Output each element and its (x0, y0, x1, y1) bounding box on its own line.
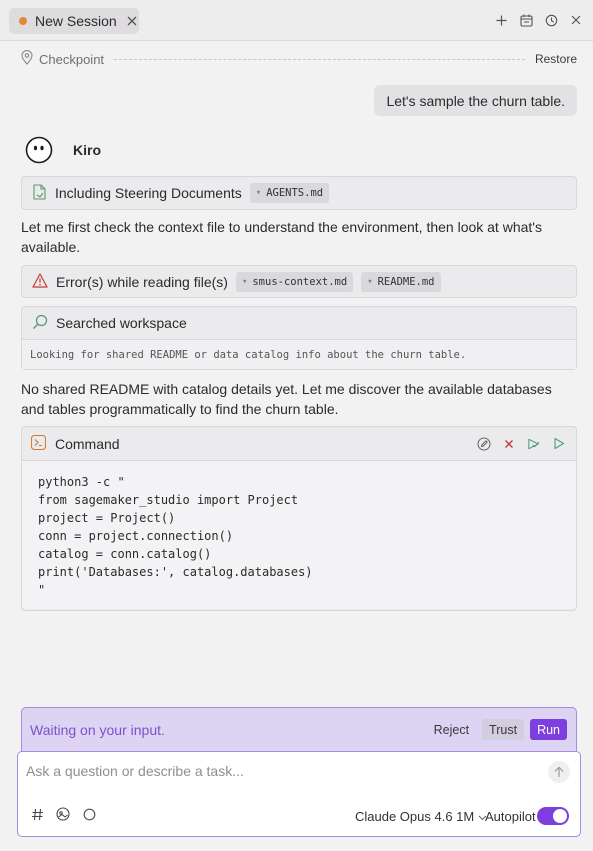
close-icon[interactable] (569, 13, 583, 27)
error-card[interactable]: Error(s) while reading file(s) ▾ smus-con… (21, 265, 577, 298)
checkpoint-label: Checkpoint (39, 51, 105, 67)
error-label: Error(s) while reading file(s) (56, 274, 228, 290)
document-icon (32, 183, 47, 203)
markdown-icon: ▾ (367, 277, 373, 287)
chat-input[interactable] (26, 761, 526, 781)
plus-icon[interactable] (494, 13, 508, 27)
file-chip[interactable]: ▾ README.md (361, 272, 441, 292)
run-icon[interactable] (552, 437, 566, 451)
command-card: Command python3 -c " from sagemaker_stud… (21, 426, 577, 611)
unsaved-dot (19, 17, 27, 25)
agent-message: No shared README with catalog details ye… (21, 381, 552, 417)
command-label: Command (55, 435, 120, 452)
search-detail: Looking for shared README or data catalo… (22, 339, 576, 369)
search-icon (32, 314, 48, 333)
tab-title: New Session (35, 13, 117, 29)
agent-name: Kiro (73, 142, 101, 158)
checkpoint-row: Checkpoint Restore (21, 48, 577, 70)
agent-message: Let me first check the context file to u… (21, 219, 542, 255)
user-message: Let's sample the churn table. (374, 85, 577, 116)
reject-x-icon[interactable] (502, 437, 516, 451)
tab-new-session[interactable]: New Session (9, 8, 139, 34)
calendar-icon[interactable] (519, 13, 533, 27)
tab-bar: New Session (0, 0, 593, 41)
command-code: python3 -c " from sagemaker_studio impor… (22, 461, 576, 609)
model-label: Claude Opus 4.6 1M (355, 809, 475, 824)
autopilot-toggle[interactable] (537, 807, 569, 825)
kiro-ghost-icon (25, 136, 53, 164)
close-tab-icon[interactable] (125, 14, 139, 28)
send-arrow-icon[interactable] (548, 761, 570, 783)
autopilot-label: Autopilot (485, 809, 536, 824)
hash-icon[interactable] (30, 807, 44, 821)
image-attach-icon[interactable] (56, 807, 70, 821)
file-chip[interactable]: ▾ smus-context.md (235, 272, 354, 292)
checkpoint-divider (114, 58, 525, 60)
restore-button[interactable]: Restore (535, 52, 577, 66)
warning-icon (32, 273, 48, 291)
reject-button[interactable]: Reject (427, 719, 476, 740)
circle-status-icon[interactable] (82, 807, 96, 821)
waiting-bar: Waiting on your input. Reject Trust Run (21, 707, 577, 752)
trust-run-icon[interactable] (527, 437, 541, 451)
search-workspace-card[interactable]: Searched workspace Looking for shared RE… (21, 306, 577, 370)
trust-button[interactable]: Trust (482, 719, 525, 740)
steering-documents-card[interactable]: Including Steering Documents ▾ AGENTS.md (21, 176, 577, 210)
markdown-icon: ▾ (255, 188, 262, 198)
agent-header: Kiro (25, 136, 101, 164)
chat-input-box: Claude Opus 4.6 1M Autopilot (17, 751, 581, 837)
location-pin-icon (21, 50, 33, 68)
waiting-message: Waiting on your input. (30, 721, 165, 738)
terminal-icon (30, 434, 47, 453)
run-button[interactable]: Run (530, 719, 567, 740)
history-icon[interactable] (544, 13, 558, 27)
model-selector[interactable]: Claude Opus 4.6 1M (355, 809, 487, 824)
steering-label: Including Steering Documents (55, 185, 242, 201)
edit-icon[interactable] (477, 437, 491, 451)
markdown-icon: ▾ (241, 277, 248, 287)
search-label: Searched workspace (56, 315, 187, 331)
file-chip[interactable]: ▾ AGENTS.md (249, 183, 330, 203)
